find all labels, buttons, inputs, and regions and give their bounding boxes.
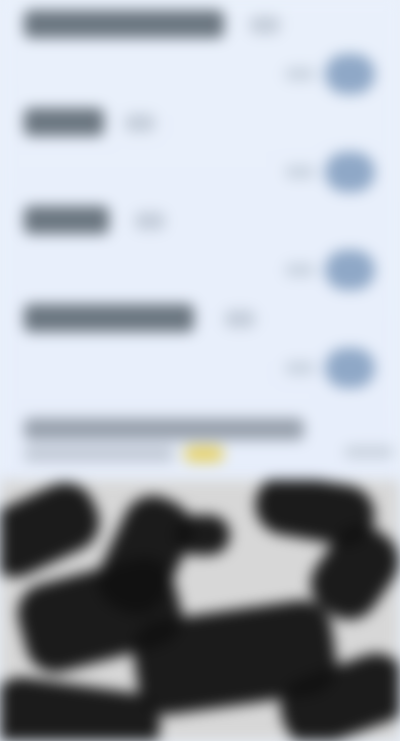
list-item-footer-subline <box>24 446 174 462</box>
list-item-action-text <box>285 263 315 277</box>
list-item-meta <box>125 114 155 132</box>
list-item-footer-tail <box>344 446 394 458</box>
list-item-footer[interactable] <box>24 408 394 466</box>
list-item-title <box>24 304 194 332</box>
list-item-meta <box>135 212 165 230</box>
list-item-title <box>24 206 109 234</box>
list-item-title <box>24 10 224 38</box>
list-item-action-button[interactable] <box>325 152 375 192</box>
highlight-chip <box>184 446 224 462</box>
blurred-list-pane <box>0 0 400 480</box>
blurred-image-panel <box>0 480 400 741</box>
list-item-action-button[interactable] <box>325 54 375 94</box>
list-item[interactable] <box>0 294 400 392</box>
list-item-action-text <box>285 361 315 375</box>
list-item-meta <box>250 16 280 34</box>
image-shape <box>175 515 230 555</box>
list-item-title <box>24 108 104 136</box>
list-item-action-button[interactable] <box>325 250 375 290</box>
list-item-meta <box>225 310 255 328</box>
list-item-action-button[interactable] <box>325 348 375 388</box>
list-item[interactable] <box>0 0 400 98</box>
list-item-footer-line <box>24 418 304 440</box>
list-item[interactable] <box>0 196 400 294</box>
list-item-action-text <box>285 165 315 179</box>
list-item-action-text <box>285 67 315 81</box>
list-item[interactable] <box>0 98 400 196</box>
